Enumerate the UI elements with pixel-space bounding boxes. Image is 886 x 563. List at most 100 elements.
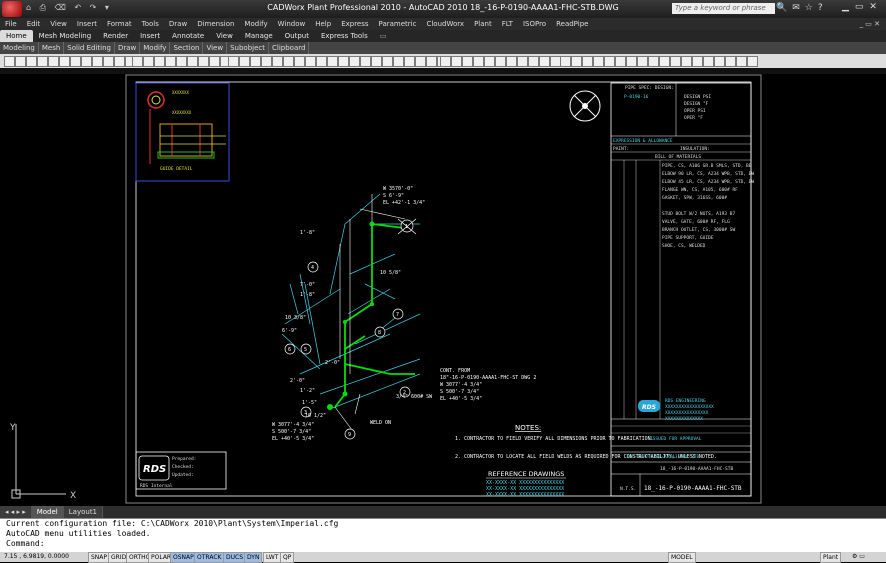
toolbar-tool-icon[interactable] xyxy=(484,56,495,67)
menu-parametric[interactable]: Parametric xyxy=(374,18,422,30)
toolbar-tool-icon[interactable] xyxy=(70,56,81,67)
menu-modify[interactable]: Modify xyxy=(239,18,272,30)
tab-layout1[interactable]: Layout1 xyxy=(63,506,104,518)
menu-draw[interactable]: Draw xyxy=(164,18,192,30)
toolbar-tool-icon[interactable] xyxy=(393,56,404,67)
toggle-dyn[interactable]: DYN xyxy=(244,552,263,563)
toolbar-tool-icon[interactable] xyxy=(338,56,349,67)
toolbar-tool-icon[interactable] xyxy=(59,56,70,67)
toolbar-tool-icon[interactable] xyxy=(114,56,125,67)
panel-modeling[interactable]: Modeling xyxy=(0,42,39,54)
toolbar-tool-icon[interactable] xyxy=(659,56,670,67)
toolbar-tool-icon[interactable] xyxy=(209,56,220,67)
tab-annotate[interactable]: Annotate xyxy=(166,30,210,42)
toggle-lwt[interactable]: LWT xyxy=(263,552,282,563)
menu-window-controls[interactable]: _ ▭ ✕ xyxy=(860,18,886,30)
toolbar-tool-icon[interactable] xyxy=(92,56,103,67)
toolbar-tool-icon[interactable] xyxy=(451,56,462,67)
command-window[interactable]: Current configuration file: C:\CADWorx 2… xyxy=(0,518,886,553)
toolbar-tool-icon[interactable] xyxy=(198,56,209,67)
window-controls[interactable]: ▁▭✕ xyxy=(842,2,883,12)
menu-isopro[interactable]: ISOPro xyxy=(518,18,551,30)
toolbar-tool-icon[interactable] xyxy=(415,56,426,67)
toolbar-tool-icon[interactable] xyxy=(154,56,165,67)
tab-render[interactable]: Render xyxy=(97,30,134,42)
ribbon-minimize-icon[interactable]: ▭ xyxy=(374,30,393,42)
toolbar-tool-icon[interactable] xyxy=(382,56,393,67)
toolbar-tool-icon[interactable] xyxy=(26,56,37,67)
tab-mesh-modeling[interactable]: Mesh Modeling xyxy=(33,30,98,42)
toolbar-tool-icon[interactable] xyxy=(703,56,714,67)
tab-express-tools[interactable]: Express Tools xyxy=(315,30,374,42)
toolbar-tool-icon[interactable] xyxy=(725,56,736,67)
toolbar-tool-icon[interactable] xyxy=(571,56,582,67)
panel-view[interactable]: View xyxy=(203,42,228,54)
drawing-canvas[interactable]: XXXXXXX XXXXXXXX GUIDE DETAIL 4 5 6 7 8 … xyxy=(0,74,886,506)
menu-plant[interactable]: Plant xyxy=(469,18,497,30)
tab-nav-arrows[interactable]: ◂ ◂ ▸ ▸ xyxy=(0,506,32,518)
tab-view[interactable]: View xyxy=(210,30,239,42)
toolbar-tool-icon[interactable] xyxy=(593,56,604,67)
panel-subobject[interactable]: Subobject xyxy=(227,42,269,54)
toggle-qp[interactable]: QP xyxy=(280,552,295,563)
toolbar-tool-icon[interactable] xyxy=(648,56,659,67)
tab-output[interactable]: Output xyxy=(279,30,315,42)
toggle-otrack[interactable]: OTRACK xyxy=(194,552,225,563)
toggle-ducs[interactable]: DUCS xyxy=(223,552,247,563)
tab-model[interactable]: Model xyxy=(31,506,64,518)
toolbar-tool-icon[interactable] xyxy=(349,56,360,67)
toolbar-tool-icon[interactable] xyxy=(103,56,114,67)
help-icons[interactable]: 🔍✉☆? xyxy=(776,3,828,13)
toolbar-tool-icon[interactable] xyxy=(187,56,198,67)
toolbar-tool-icon[interactable] xyxy=(582,56,593,67)
toolbar-tool-icon[interactable] xyxy=(517,56,528,67)
toolbar-tool-icon[interactable] xyxy=(473,56,484,67)
toolbar-tool-icon[interactable] xyxy=(404,56,415,67)
toolbar-tool-icon[interactable] xyxy=(462,56,473,67)
toolbar-tool-icon[interactable] xyxy=(327,56,338,67)
menu-window[interactable]: Window xyxy=(273,18,311,30)
toolbar-tool-icon[interactable] xyxy=(283,56,294,67)
toolbar-tool-icon[interactable] xyxy=(143,56,154,67)
menu-format[interactable]: Format xyxy=(102,18,137,30)
toolbar-tool-icon[interactable] xyxy=(615,56,626,67)
toolbar-tool-icon[interactable] xyxy=(272,56,283,67)
toolbar-tool-icon[interactable] xyxy=(539,56,550,67)
toolbar-tool-icon[interactable] xyxy=(528,56,539,67)
toggle-osnap[interactable]: OSNAP xyxy=(170,552,197,563)
menu-edit[interactable]: Edit xyxy=(22,18,46,30)
menu-express[interactable]: Express xyxy=(336,18,373,30)
toolbar-tool-icon[interactable] xyxy=(681,56,692,67)
menu-file[interactable]: File xyxy=(0,18,22,30)
toolbar-tool-icon[interactable] xyxy=(670,56,681,67)
toolbar-tool-icon[interactable] xyxy=(626,56,637,67)
tab-manage[interactable]: Manage xyxy=(239,30,279,42)
toolbar-tool-icon[interactable] xyxy=(48,56,59,67)
menu-tools[interactable]: Tools xyxy=(137,18,164,30)
panel-draw[interactable]: Draw xyxy=(115,42,141,54)
toolbar-tool-icon[interactable] xyxy=(4,56,15,67)
toolbar-tool-icon[interactable] xyxy=(371,56,382,67)
toolbar-tool-icon[interactable] xyxy=(714,56,725,67)
model-space-button[interactable]: MODEL xyxy=(668,552,696,563)
toolbar-tool-icon[interactable] xyxy=(736,56,747,67)
panel-mesh[interactable]: Mesh xyxy=(39,42,65,54)
panel-modify[interactable]: Modify xyxy=(140,42,171,54)
toolbar-tool-icon[interactable] xyxy=(747,56,758,67)
toolbar-tool-icon[interactable] xyxy=(440,56,451,67)
toolbar-tool-icon[interactable] xyxy=(506,56,517,67)
toolbar-tool-icon[interactable] xyxy=(495,56,506,67)
tray-icons[interactable]: ⚙ ▭ xyxy=(850,552,867,561)
menu-readpipe[interactable]: ReadPipe xyxy=(551,18,593,30)
toolbar-tool-icon[interactable] xyxy=(176,56,187,67)
menu-help[interactable]: Help xyxy=(310,18,336,30)
toolbar-tool-icon[interactable] xyxy=(692,56,703,67)
toolbar-tool-icon[interactable] xyxy=(81,56,92,67)
toolbar-tool-icon[interactable] xyxy=(37,56,48,67)
toolbar-tool-icon[interactable] xyxy=(316,56,327,67)
tab-home[interactable]: Home xyxy=(0,30,33,42)
toolbar-tool-icon[interactable] xyxy=(228,56,239,67)
menu-view[interactable]: View xyxy=(45,18,72,30)
command-prompt[interactable]: Command: xyxy=(0,539,886,549)
panel-solid-editing[interactable]: Solid Editing xyxy=(64,42,115,54)
